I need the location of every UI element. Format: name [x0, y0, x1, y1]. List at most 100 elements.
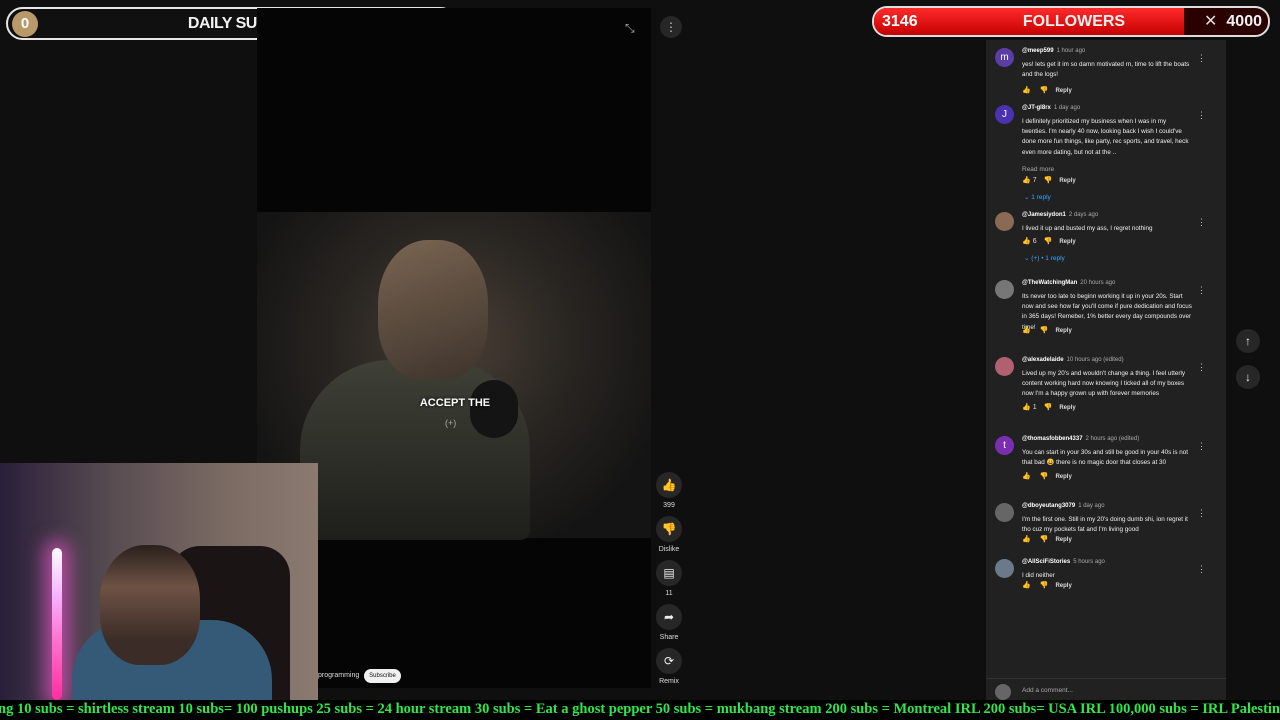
comment-username[interactable]: @Jamesiydon1: [1022, 212, 1066, 218]
thumbs-down-icon[interactable]: 👎: [1040, 327, 1049, 334]
reply-button[interactable]: Reply: [1055, 474, 1071, 480]
collapse-icon[interactable]: ⤡: [625, 21, 635, 36]
comment-actions: 👍 7 👎 Reply: [1022, 176, 1083, 184]
reply-button[interactable]: Reply: [1055, 328, 1071, 334]
more-options-icon[interactable]: ⋮: [1197, 508, 1206, 519]
thumbs-down-icon[interactable]: 👎: [1044, 177, 1053, 184]
like-button[interactable]: 👍 399: [655, 472, 683, 509]
comment-actions: 👍 👎 Reply: [1022, 86, 1079, 94]
comment-header: @JT-gl8rx 1 day ago: [1022, 105, 1080, 111]
add-comment-bar[interactable]: Add a comment...: [986, 678, 1226, 700]
reply-button[interactable]: Reply: [1055, 583, 1071, 589]
thumbs-down-icon[interactable]: 👎: [1040, 87, 1049, 94]
thumbs-down-icon[interactable]: 👎: [1040, 582, 1049, 589]
thumbs-up-icon[interactable]: 👍: [1022, 473, 1031, 480]
more-options-icon[interactable]: ⋮: [1197, 441, 1206, 452]
comment-username[interactable]: @AllSciFiStories: [1022, 559, 1070, 565]
more-options-icon[interactable]: ⋮: [1197, 217, 1206, 228]
goals-ticker: ng 10 subs = shirtless stream 10 subs= 1…: [0, 700, 1280, 720]
comment-time: 2 hours ago (edited): [1085, 436, 1140, 442]
thumbs-up-icon[interactable]: 👍: [1022, 404, 1031, 411]
avatar[interactable]: [995, 280, 1014, 299]
remix-icon: ⟳: [656, 648, 682, 674]
more-options-icon[interactable]: ⋮: [660, 16, 682, 38]
comment-username[interactable]: @dboyeutang3079: [1022, 503, 1075, 509]
thumbs-down-icon[interactable]: 👎: [1044, 404, 1053, 411]
channel-name[interactable]: programming: [318, 672, 359, 679]
avatar[interactable]: J: [995, 105, 1014, 124]
comment-username[interactable]: @thomasfobben4337: [1022, 436, 1083, 442]
view-replies-link[interactable]: ⌄ (+) • 1 reply: [1024, 254, 1065, 262]
read-more-link[interactable]: Read more: [1022, 166, 1054, 173]
avatar[interactable]: [995, 357, 1014, 376]
more-options-icon[interactable]: ⋮: [1197, 110, 1206, 121]
comments-button[interactable]: ▤ 11: [655, 560, 683, 597]
comment-username[interactable]: @meep599: [1022, 48, 1054, 54]
replies-count: 1 reply: [1031, 194, 1051, 201]
goals-ticker-text: ng 10 subs = shirtless stream 10 subs= 1…: [0, 701, 1280, 717]
view-replies-link[interactable]: ⌄ 1 reply: [1024, 193, 1051, 201]
reply-button[interactable]: Reply: [1059, 178, 1075, 184]
previous-short-button[interactable]: ↑: [1236, 329, 1260, 353]
comment-actions: 👍 1 👎 Reply: [1022, 403, 1083, 411]
comment-like-count: 6: [1032, 238, 1037, 245]
remix-button[interactable]: ⟳ Remix: [655, 648, 683, 685]
comment-actions: 👍 👎 Reply: [1022, 326, 1079, 334]
followers-goal-bar: 3146 FOLLOWERS ✕ 4000: [872, 6, 1270, 37]
reply-button[interactable]: Reply: [1055, 537, 1071, 543]
subscribe-button[interactable]: Subscribe: [364, 669, 401, 683]
comment-text: Lived up my 20's and wouldn't change a t…: [1022, 370, 1186, 398]
thumbs-up-icon[interactable]: 👍: [1022, 238, 1031, 245]
followers-goal: 4000: [1226, 13, 1262, 30]
comment-text: I did neither: [1022, 572, 1055, 579]
comment-actions: 👍 👎 Reply: [1022, 535, 1079, 543]
comment-header: @meep599 1 hour ago: [1022, 48, 1085, 54]
more-options-icon[interactable]: ⋮: [1197, 564, 1206, 575]
avatar[interactable]: t: [995, 436, 1014, 455]
more-options-icon[interactable]: ⋮: [1197, 53, 1206, 64]
reply-button[interactable]: Reply: [1059, 405, 1075, 411]
comments-panel[interactable]: m @meep599 1 hour ago yes! lets get it im s…: [986, 40, 1226, 700]
microphone: [470, 380, 518, 438]
thumbs-down-icon[interactable]: 👎: [1040, 473, 1049, 480]
remix-label: Remix: [659, 678, 679, 685]
comment-username[interactable]: @alexadelaide: [1022, 357, 1064, 363]
thumbs-up-icon: 👍: [656, 472, 682, 498]
comment-time: 10 hours ago (edited): [1066, 357, 1124, 363]
comment-header: @alexadelaide 10 hours ago (edited): [1022, 357, 1124, 363]
video-person-head: [378, 240, 488, 380]
thumbs-up-icon[interactable]: 👍: [1022, 87, 1031, 94]
avatar[interactable]: [995, 503, 1014, 522]
more-options-icon[interactable]: ⋮: [1197, 285, 1206, 296]
thumbs-up-icon[interactable]: 👍: [1022, 582, 1031, 589]
thumbs-down-icon[interactable]: 👎: [1044, 238, 1053, 245]
comment-username[interactable]: @JT-gl8rx: [1022, 105, 1051, 111]
followers-current: 3146: [882, 13, 918, 30]
thumbs-up-icon[interactable]: 👍: [1022, 536, 1031, 543]
thumbs-down-icon[interactable]: 👎: [1040, 536, 1049, 543]
avatar[interactable]: m: [995, 48, 1014, 67]
comment-text: I'm the first one. Still in my 20's doin…: [1022, 516, 1188, 534]
add-comment-input[interactable]: Add a comment...: [1022, 687, 1073, 694]
share-button[interactable]: ➦ Share: [655, 604, 683, 641]
comment-text: I definitely prioritized my business whe…: [1022, 118, 1189, 156]
comment-time: 5 hours ago: [1073, 559, 1105, 565]
comment-header: @AllSciFiStories 5 hours ago: [1022, 559, 1105, 565]
more-options-icon[interactable]: ⋮: [1197, 362, 1206, 373]
reply-button[interactable]: Reply: [1059, 239, 1075, 245]
comment-like-count: 1: [1032, 404, 1037, 411]
comment-header: @Jamesiydon1 2 days ago: [1022, 212, 1098, 218]
dislike-label: Dislike: [658, 546, 680, 553]
comment-text: You can start in your 30s and still be g…: [1022, 449, 1189, 467]
comment-username[interactable]: @TheWatchingMan: [1022, 280, 1077, 286]
dislike-button[interactable]: 👎 Dislike: [655, 516, 683, 553]
thumbs-up-icon[interactable]: 👍: [1022, 327, 1031, 334]
thumbs-up-icon[interactable]: 👍: [1022, 177, 1031, 184]
avatar[interactable]: [995, 212, 1014, 231]
next-short-button[interactable]: ↓: [1236, 365, 1260, 389]
comment-icon: ▤: [656, 560, 682, 586]
reply-button[interactable]: Reply: [1055, 88, 1071, 94]
comment-time: 1 day ago: [1078, 503, 1105, 509]
avatar[interactable]: [995, 559, 1014, 578]
comment-count: 11: [665, 590, 673, 597]
